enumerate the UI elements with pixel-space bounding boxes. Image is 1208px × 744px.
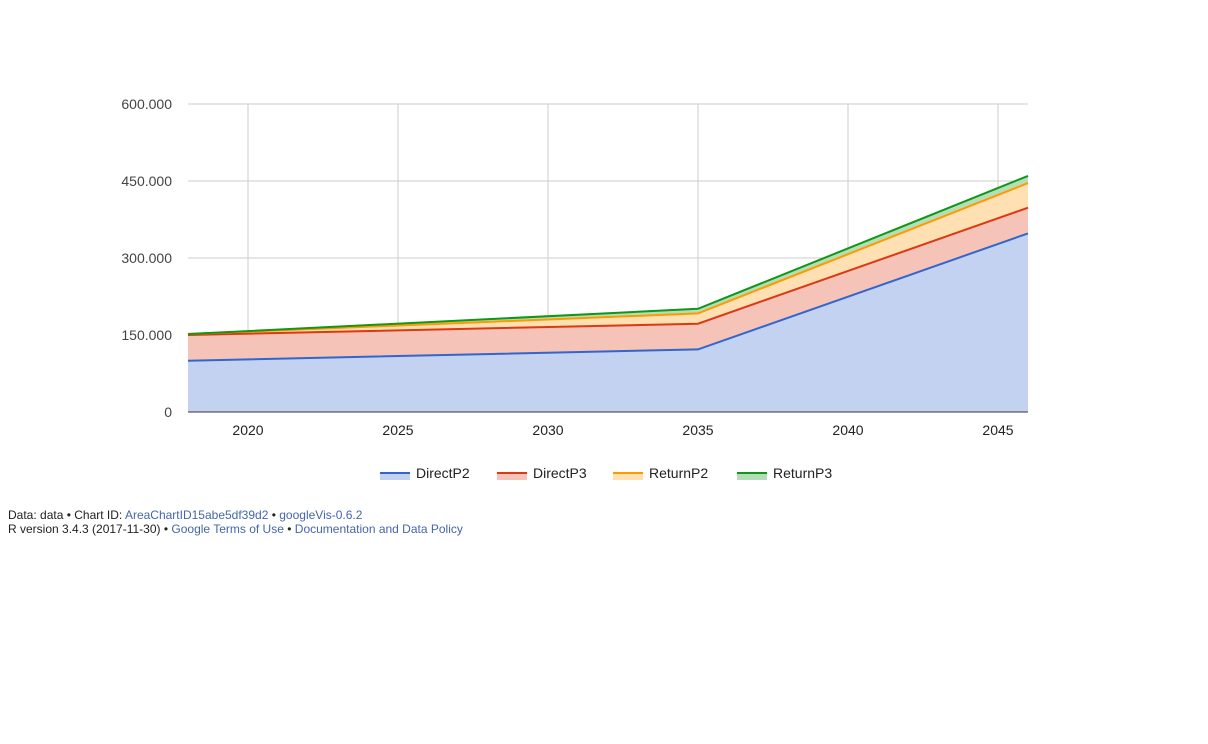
footer-r-version: R version 3.4.3 (2017-11-30) •: [8, 522, 172, 536]
legend-label: DirectP3: [533, 465, 587, 481]
legend-item-directp2[interactable]: DirectP2: [380, 465, 470, 481]
legend-label: ReturnP2: [649, 465, 708, 481]
chart-footer: Data: data • Chart ID: AreaChartID15abe5…: [8, 508, 463, 536]
legend-swatch: [737, 473, 767, 480]
legend: DirectP2 DirectP3 ReturnP2 ReturnP3: [380, 465, 832, 481]
x-tick-label: 2025: [382, 422, 413, 438]
y-tick-label: 150.000: [121, 327, 172, 343]
googlevis-version-link[interactable]: googleVis-0.6.2: [279, 508, 362, 522]
legend-swatch: [613, 473, 643, 480]
footer-line-1: Data: data • Chart ID: AreaChartID15abe5…: [8, 508, 463, 522]
y-tick-label: 600.000: [121, 96, 172, 112]
terms-of-use-link[interactable]: Google Terms of Use: [171, 522, 284, 536]
chart-id-link[interactable]: AreaChartID15abe5df39d2: [125, 508, 268, 522]
area-layer: [188, 175, 1028, 412]
y-tick-label: 0: [164, 404, 172, 420]
area-chart: 0 150.000 300.000 450.000 600.000 2020 2025 203…: [121, 96, 1029, 481]
x-tick-label: 2030: [532, 422, 563, 438]
legend-label: DirectP2: [416, 465, 470, 481]
legend-swatch: [497, 473, 527, 480]
x-tick-label: 2035: [682, 422, 713, 438]
data-policy-link[interactable]: Documentation and Data Policy: [295, 522, 463, 536]
footer-separator: •: [283, 522, 295, 536]
footer-separator: •: [268, 508, 280, 522]
legend-swatch: [380, 473, 410, 480]
footer-data-label: Data: data • Chart ID:: [8, 508, 125, 522]
y-tick-label: 300.000: [121, 250, 172, 266]
legend-item-directp3[interactable]: DirectP3: [497, 465, 587, 481]
legend-item-returnp3[interactable]: ReturnP3: [737, 465, 832, 481]
legend-label: ReturnP3: [773, 465, 832, 481]
x-tick-label: 2020: [232, 422, 263, 438]
x-tick-label: 2040: [832, 422, 863, 438]
x-tick-label: 2045: [982, 422, 1013, 438]
legend-item-returnp2[interactable]: ReturnP2: [613, 465, 708, 481]
footer-line-2: R version 3.4.3 (2017-11-30) • Google Te…: [8, 522, 463, 536]
y-tick-label: 450.000: [121, 173, 172, 189]
